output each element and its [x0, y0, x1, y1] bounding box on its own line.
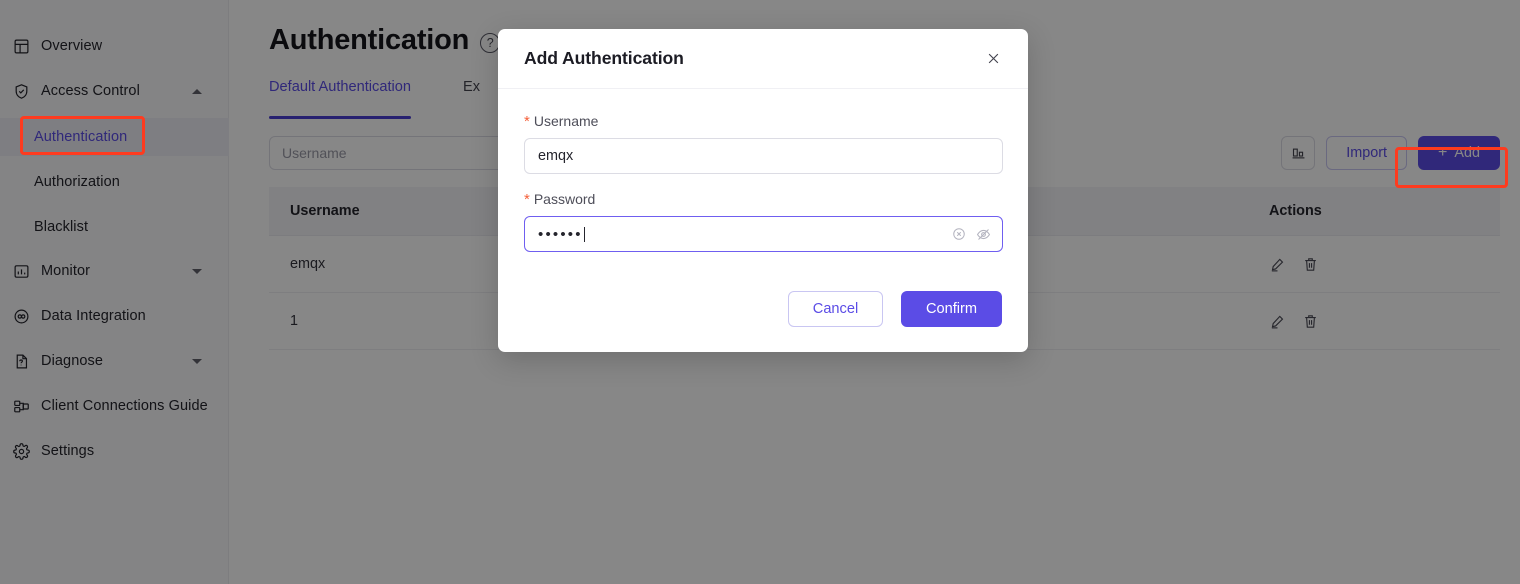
password-input[interactable]: •••••• [524, 216, 1003, 252]
dialog-body: * Username * Password •••••• [498, 89, 1028, 252]
required-marker: * [524, 112, 530, 130]
username-label-text: Username [533, 113, 599, 129]
username-label: * Username [524, 113, 1002, 129]
username-input[interactable] [524, 138, 1003, 174]
password-masked-value: •••••• [538, 225, 583, 243]
password-label-text: Password [533, 191, 596, 207]
circle-close-icon[interactable] [952, 227, 966, 241]
add-authentication-dialog: Add Authentication * Username * Password [498, 29, 1028, 352]
dialog-title: Add Authentication [524, 48, 684, 68]
app-root: Overview Access Control Authentication A… [0, 0, 1520, 584]
required-marker: * [524, 190, 530, 208]
password-field-icons [952, 227, 991, 242]
close-icon[interactable] [982, 48, 1004, 70]
confirm-button[interactable]: Confirm [901, 291, 1002, 327]
confirm-label: Confirm [925, 301, 978, 317]
dialog-header: Add Authentication [498, 29, 1028, 89]
username-field-group: * Username [524, 113, 1003, 174]
password-field-group: * Password •••••• [524, 191, 1003, 252]
cancel-label: Cancel [812, 301, 859, 317]
password-label: * Password [524, 191, 1002, 207]
eye-off-icon[interactable] [976, 227, 991, 242]
cancel-button[interactable]: Cancel [788, 291, 883, 327]
text-caret [583, 226, 585, 242]
dialog-footer: Cancel Confirm [498, 269, 1028, 352]
